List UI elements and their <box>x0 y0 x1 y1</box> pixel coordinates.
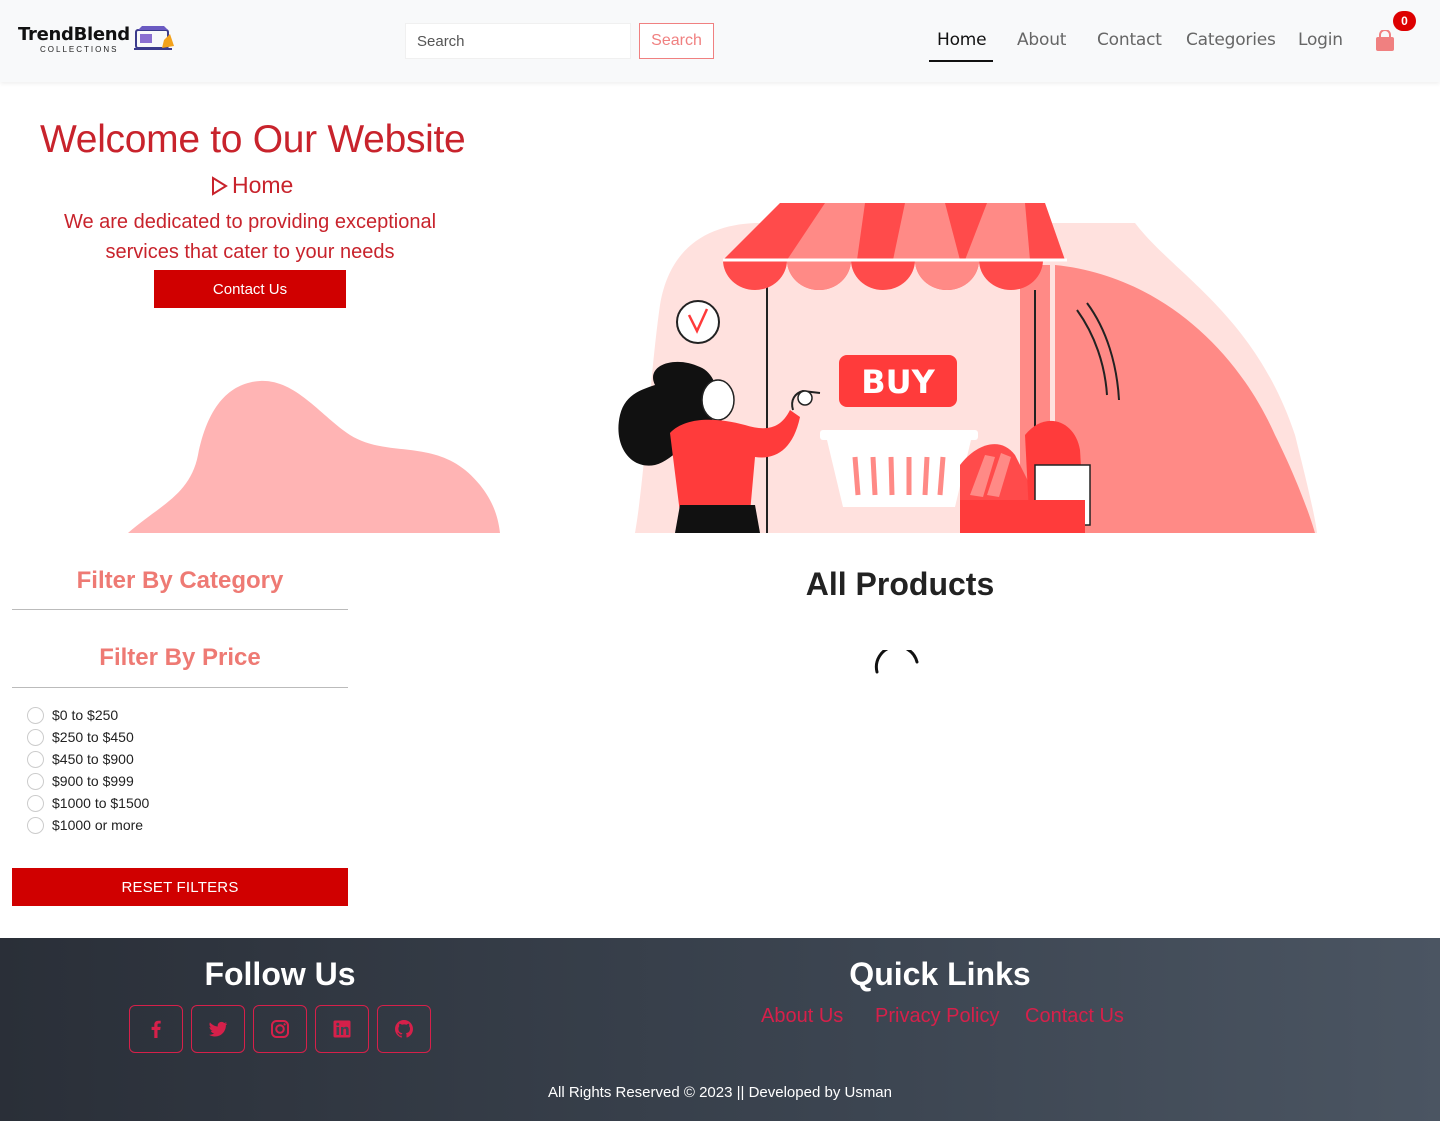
nav-categories[interactable]: Categories <box>1186 30 1276 50</box>
navbar: TrendBlend COLLECTIONS Search Home About… <box>0 0 1440 82</box>
products-title: All Products <box>805 566 995 602</box>
filter-price-heading: Filter By Price <box>99 644 261 671</box>
divider <box>12 609 348 610</box>
footer-link-contact[interactable]: Contact Us <box>1025 1005 1124 1028</box>
linkedin-icon <box>333 1020 351 1038</box>
divider <box>12 687 348 688</box>
instagram-icon <box>271 1020 289 1038</box>
nav-active-indicator <box>929 60 993 62</box>
cart-count-badge: 0 <box>1393 11 1416 31</box>
brand-tagline: COLLECTIONS <box>40 45 119 54</box>
price-filter-list: $0 to $250 $250 to $450 $450 to $900 $90… <box>27 704 149 836</box>
price-option[interactable]: $1000 to $1500 <box>27 792 149 814</box>
copyright-text: All Rights Reserved © 2023 || Developed … <box>547 1084 892 1101</box>
nav-contact[interactable]: Contact <box>1097 30 1162 50</box>
instagram-link[interactable] <box>253 1005 307 1053</box>
shopping-bag-icon[interactable] <box>1374 30 1396 52</box>
decorative-blob <box>128 380 500 533</box>
facebook-icon <box>151 1020 161 1038</box>
play-triangle-icon <box>212 175 228 196</box>
twitter-icon <box>209 1021 227 1037</box>
github-icon <box>395 1020 413 1038</box>
price-option[interactable]: $450 to $900 <box>27 748 149 770</box>
search-button[interactable]: Search <box>639 23 714 59</box>
twitter-link[interactable] <box>191 1005 245 1053</box>
price-option[interactable]: $250 to $450 <box>27 726 149 748</box>
shop-illustration: BUY <box>618 203 1317 533</box>
shop-icon <box>134 26 174 50</box>
reset-filters-button[interactable]: RESET FILTERS <box>12 868 348 906</box>
hero-title: Welcome to Our Website <box>40 118 466 161</box>
price-option[interactable]: $900 to $999 <box>27 770 149 792</box>
radio-button[interactable] <box>27 728 44 746</box>
price-option[interactable]: $0 to $250 <box>27 704 149 726</box>
footer: Follow Us Quick Links About Us Privacy P… <box>0 938 1440 1121</box>
quick-links-heading: Quick Links <box>849 956 1031 992</box>
github-link[interactable] <box>377 1005 431 1053</box>
search-input[interactable] <box>405 23 631 59</box>
loading-spinner-icon <box>874 650 919 674</box>
hero-description: We are dedicated to providing exceptiona… <box>63 211 437 263</box>
radio-button[interactable] <box>27 772 44 790</box>
radio-button[interactable] <box>27 750 44 768</box>
follow-us-heading: Follow Us <box>204 956 356 992</box>
radio-button[interactable] <box>27 794 44 812</box>
facebook-link[interactable] <box>129 1005 183 1053</box>
nav-about[interactable]: About <box>1017 30 1066 50</box>
brand-name: TrendBlend <box>18 24 130 45</box>
radio-button[interactable] <box>27 816 44 834</box>
linkedin-link[interactable] <box>315 1005 369 1053</box>
radio-button[interactable] <box>27 706 44 724</box>
breadcrumb-label: Home <box>232 172 294 198</box>
buy-sign-text: BUY <box>861 363 935 401</box>
nav-home[interactable]: Home <box>937 30 987 50</box>
nav-login[interactable]: Login <box>1298 30 1343 50</box>
filter-category-heading: Filter By Category <box>76 567 284 594</box>
breadcrumb[interactable]: Home <box>210 172 293 199</box>
brand-logo[interactable]: TrendBlend COLLECTIONS <box>18 22 178 58</box>
footer-link-about[interactable]: About Us <box>761 1005 843 1028</box>
contact-us-button[interactable]: Contact Us <box>154 270 346 308</box>
footer-link-privacy[interactable]: Privacy Policy <box>875 1005 999 1028</box>
price-option[interactable]: $1000 or more <box>27 814 149 836</box>
